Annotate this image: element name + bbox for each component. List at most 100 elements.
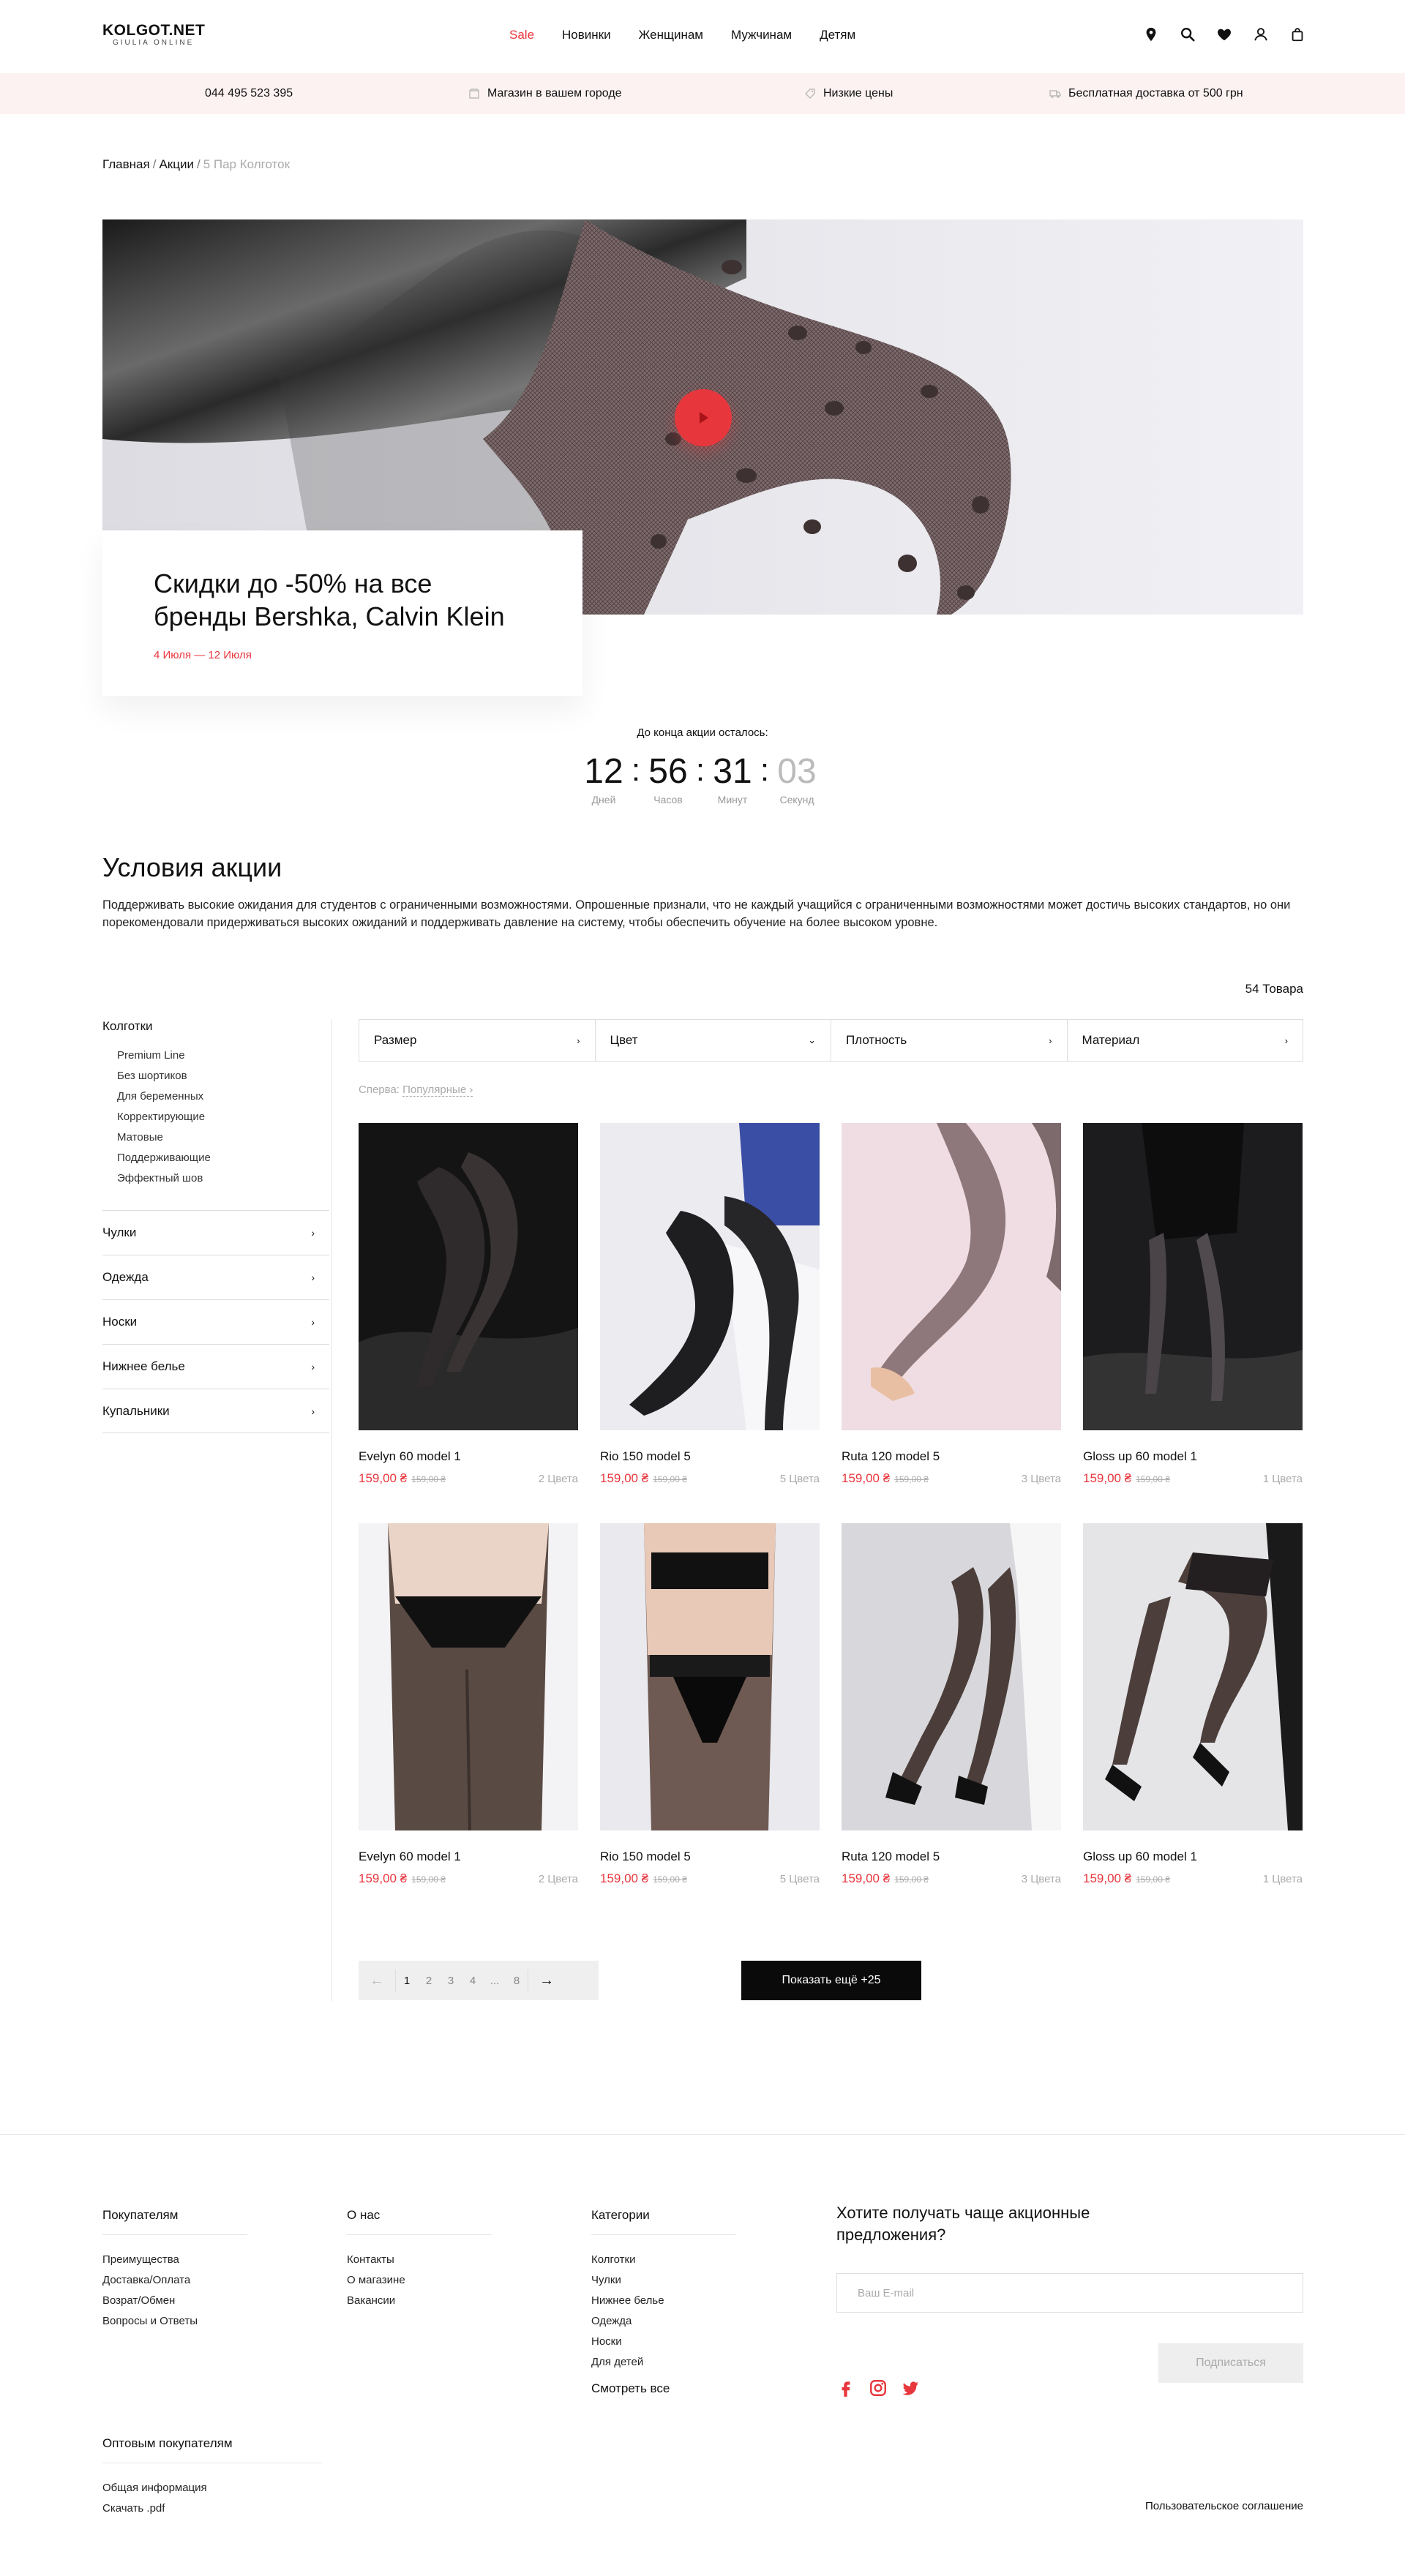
product-card[interactable]: Ruta 120 model 5 159,00 ₴ 159,00 ₴ 3 Цве… xyxy=(842,1523,1061,1886)
subscribe-button[interactable]: Подписаться xyxy=(1158,2343,1303,2383)
countdown-separator: : xyxy=(631,752,641,788)
sidebar-subitem[interactable]: Матовые xyxy=(117,1127,329,1148)
product-card[interactable]: Rio 150 model 5 159,00 ₴ 159,00 ₴ 5 Цвет… xyxy=(600,1123,820,1486)
product-name: Ruta 120 model 5 xyxy=(842,1449,940,1463)
product-card[interactable]: Evelyn 60 model 1 159,00 ₴ 159,00 ₴ 2 Цв… xyxy=(359,1523,578,1886)
sidebar-subitem[interactable]: Premium Line xyxy=(117,1045,329,1066)
product-card[interactable]: Evelyn 60 model 1 159,00 ₴ 159,00 ₴ 2 Цв… xyxy=(359,1123,578,1486)
sort-control: Сперва: Популярные › xyxy=(359,1084,473,1097)
nav-men[interactable]: Мужчинам xyxy=(731,28,792,42)
see-all-link[interactable]: Смотреть все xyxy=(591,2381,736,2396)
sidebar-subitem[interactable]: Для беременных xyxy=(117,1086,329,1107)
footer-link[interactable]: Нижнее белье xyxy=(591,2291,736,2311)
sidebar-divider xyxy=(331,1019,332,2001)
footer-link[interactable]: Вакансии xyxy=(347,2291,492,2311)
product-name: Rio 150 model 5 xyxy=(600,1850,691,1863)
filter-size[interactable]: Размер › xyxy=(359,1020,596,1061)
filter-material[interactable]: Материал › xyxy=(1068,1020,1303,1061)
footer-link[interactable]: Общая информация xyxy=(102,2478,322,2498)
breadcrumb-home[interactable]: Главная xyxy=(102,157,150,171)
product-image xyxy=(1083,1523,1303,1830)
user-agreement-link[interactable]: Пользовательское соглашение xyxy=(1098,2500,1303,2512)
countdown-hours: 56 Часов xyxy=(642,751,694,806)
phone-info[interactable]: 044 495 523 395 xyxy=(205,87,293,100)
sidebar-subitem[interactable]: Эффектный шов xyxy=(117,1168,329,1189)
product-card[interactable]: Rio 150 model 5 159,00 ₴ 159,00 ₴ 5 Цвет… xyxy=(600,1523,820,1886)
footer-link[interactable]: Колготки xyxy=(591,2250,736,2270)
chevron-right-icon: › xyxy=(1049,1034,1052,1046)
heart-icon[interactable] xyxy=(1216,26,1232,42)
countdown-hours-value: 56 xyxy=(648,752,688,791)
nav-sale[interactable]: Sale xyxy=(509,28,534,42)
countdown-seconds: 03 Секунд xyxy=(771,751,823,806)
play-video-button[interactable] xyxy=(675,389,732,446)
product-count: 54 Товара xyxy=(1245,982,1303,996)
sort-select[interactable]: Популярные › xyxy=(402,1084,473,1097)
footer-link[interactable]: Вопросы и Ответы xyxy=(102,2311,247,2332)
store-info[interactable]: Магазин в вашем городе xyxy=(468,87,622,100)
next-page-button[interactable]: → xyxy=(528,1972,565,1989)
sidebar-item-underwear[interactable]: Нижнее белье › xyxy=(102,1344,329,1389)
sidebar-subitem[interactable]: Без шортиков xyxy=(117,1066,329,1086)
product-image xyxy=(1083,1123,1303,1430)
page-link[interactable]: 1 xyxy=(396,1975,418,1987)
product-old-price: 159,00 ₴ xyxy=(894,1474,929,1484)
prices-text: Низкие цены xyxy=(823,87,893,99)
footer-links: Общая информация Скачать .pdf xyxy=(102,2478,322,2519)
location-icon[interactable] xyxy=(1143,26,1159,42)
tag-icon xyxy=(804,89,815,99)
product-price-row: 159,00 ₴ 159,00 ₴ 1 Цвета xyxy=(1083,1871,1303,1886)
footer-link[interactable]: Скачать .pdf xyxy=(102,2498,322,2519)
bag-icon[interactable] xyxy=(1289,26,1305,42)
product-card[interactable]: Gloss up 60 model 1 159,00 ₴ 159,00 ₴ 1 … xyxy=(1083,1123,1303,1486)
sidebar-item-swimwear[interactable]: Купальники › xyxy=(102,1389,329,1433)
filter-density[interactable]: Плотность › xyxy=(831,1020,1068,1061)
footer-link[interactable]: Чулки xyxy=(591,2270,736,2291)
hero-title: Скидки до -50% на все бренды Bershka, Ca… xyxy=(154,568,505,631)
nav-new[interactable]: Новинки xyxy=(562,28,611,42)
footer-link[interactable]: Носки xyxy=(591,2332,736,2352)
show-more-button[interactable]: Показать ещё +25 xyxy=(741,1961,921,2000)
product-old-price: 159,00 ₴ xyxy=(653,1474,687,1484)
sidebar-item-socks[interactable]: Носки › xyxy=(102,1299,329,1344)
footer-link[interactable]: Возрат/Обмен xyxy=(102,2291,247,2311)
twitter-icon[interactable] xyxy=(901,2378,920,2397)
page-link[interactable]: 4 xyxy=(462,1975,484,1987)
page-link[interactable]: 3 xyxy=(440,1975,462,1987)
facebook-icon[interactable] xyxy=(836,2378,855,2397)
footer-link[interactable]: Доставка/Оплата xyxy=(102,2270,247,2291)
product-colors: 2 Цвета xyxy=(538,1873,578,1885)
product-card[interactable]: Ruta 120 model 5 159,00 ₴ 159,00 ₴ 3 Цве… xyxy=(842,1123,1061,1486)
sort-label: Сперва: xyxy=(359,1084,400,1096)
sidebar-subitem[interactable]: Поддерживающие xyxy=(117,1148,329,1168)
product-old-price: 159,00 ₴ xyxy=(1136,1474,1170,1484)
footer-link[interactable]: Преимущества xyxy=(102,2250,247,2270)
countdown-seconds-value: 03 xyxy=(777,752,817,791)
filter-label: Плотность xyxy=(846,1033,907,1047)
sidebar-subitem[interactable]: Корректирующие xyxy=(117,1107,329,1127)
logo[interactable]: KOLGOT.NET GIULIA ONLINE xyxy=(102,22,205,47)
search-icon[interactable] xyxy=(1180,26,1196,42)
sidebar-item-stockings[interactable]: Чулки › xyxy=(102,1210,329,1255)
page-link[interactable]: 2 xyxy=(418,1975,440,1987)
sidebar-category-tights[interactable]: Колготки xyxy=(102,1019,329,1034)
user-icon[interactable] xyxy=(1253,26,1269,42)
nav-kids[interactable]: Детям xyxy=(820,28,855,42)
instagram-icon[interactable] xyxy=(869,2378,888,2397)
email-field[interactable] xyxy=(836,2273,1303,2313)
breadcrumb-promos[interactable]: Акции xyxy=(159,157,194,171)
product-card[interactable]: Gloss up 60 model 1 159,00 ₴ 159,00 ₴ 1 … xyxy=(1083,1523,1303,1886)
sidebar-item-clothing[interactable]: Одежда › xyxy=(102,1255,329,1299)
footer-link[interactable]: Контакты xyxy=(347,2250,492,2270)
footer-link[interactable]: Для детей xyxy=(591,2352,736,2373)
product-image xyxy=(600,1123,820,1430)
chevron-right-icon: › xyxy=(311,1227,315,1239)
nav-women[interactable]: Женщинам xyxy=(639,28,703,42)
prev-page-button[interactable]: ← xyxy=(359,1972,395,1989)
page-link[interactable]: 8 xyxy=(506,1975,528,1987)
footer-link[interactable]: Одежда xyxy=(591,2311,736,2332)
footer-links: Преимущества Доставка/Оплата Возрат/Обме… xyxy=(102,2250,247,2332)
filter-color[interactable]: Цвет ⌄ xyxy=(596,1020,831,1061)
countdown-separator: : xyxy=(695,752,705,788)
footer-link[interactable]: О магазине xyxy=(347,2270,492,2291)
